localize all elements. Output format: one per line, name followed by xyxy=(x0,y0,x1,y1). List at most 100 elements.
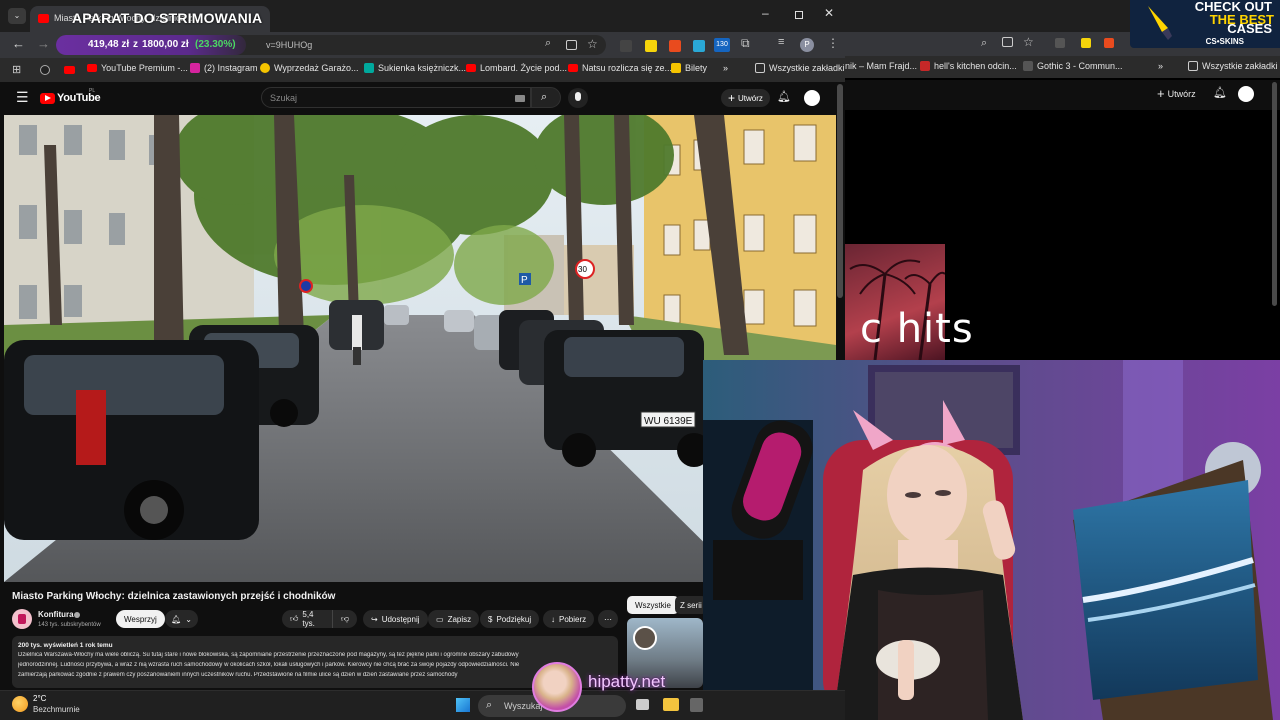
install-app-icon[interactable] xyxy=(566,40,577,50)
page-scrollbar[interactable] xyxy=(837,84,843,298)
filter-chip-series[interactable]: Z serii xyxy=(675,596,707,614)
watermark-avatar xyxy=(532,662,582,712)
windows-start-icon[interactable] xyxy=(456,698,470,712)
create-button[interactable]: + Utwórz xyxy=(1157,86,1196,101)
save-button[interactable]: ▭ Zapisz xyxy=(428,610,480,628)
hamburger-menu-icon[interactable]: ☰ xyxy=(16,89,29,106)
voice-search-button[interactable] xyxy=(568,88,588,108)
file-explorer-icon[interactable] xyxy=(663,698,679,711)
bookmark-item[interactable]: hell's kitchen odcin... xyxy=(920,61,1017,71)
license-plate: WU 6139E xyxy=(644,416,693,427)
bookmark-star-icon[interactable]: ☆ xyxy=(1023,35,1034,49)
keyboard-icon[interactable] xyxy=(515,95,525,102)
folder-icon xyxy=(1188,61,1198,71)
more-actions-button[interactable]: ⋯ xyxy=(598,610,618,628)
maximize-button[interactable] xyxy=(795,11,803,19)
bookmark-bar: ⊞ YouTube Premium -... (2) Instagram Wyp… xyxy=(0,58,845,82)
apps-grid-icon[interactable]: ⊞ xyxy=(12,63,21,76)
extension-icon[interactable] xyxy=(1055,38,1065,48)
download-button[interactable]: ↓ Pobierz xyxy=(543,610,595,628)
stream-title-overlay: APARAT DO STRIMOWANIA xyxy=(72,10,263,26)
extension-badge[interactable]: 130 xyxy=(714,38,730,52)
close-button[interactable]: ✕ xyxy=(824,6,834,20)
profile-avatar[interactable]: P xyxy=(800,38,814,52)
avatar[interactable] xyxy=(1238,86,1254,102)
youtube-favicon xyxy=(87,64,97,72)
back-arrow-icon[interactable]: ← xyxy=(12,36,25,51)
search-icon: ⌕ xyxy=(541,91,548,103)
background-scrollbar[interactable] xyxy=(1272,82,1277,306)
bookmark-item[interactable]: Lombard. Życie pod... xyxy=(466,63,567,73)
bookmark-item[interactable]: Sukienka księżniczk... xyxy=(364,63,466,73)
share-button[interactable]: ↪ Udostępnij xyxy=(363,610,428,628)
create-button[interactable]: + Utwórz xyxy=(721,89,770,107)
zoom-icon[interactable]: ⌕ xyxy=(545,37,551,50)
chevron-down-icon: ⌄ xyxy=(185,614,192,624)
bookmark-item[interactable]: Wyprzedaż Garażo... xyxy=(260,63,358,73)
bookmark-item[interactable]: Bilety xyxy=(671,63,707,73)
youtube-header: ☰ YouTube PL Szukaj ⌕ + Utwórz 🔔︎ xyxy=(0,82,845,114)
extension-icon[interactable] xyxy=(645,40,657,52)
search-button[interactable]: ⌕ xyxy=(531,87,561,108)
search-icon: ⌕ xyxy=(486,699,493,711)
app-icon[interactable] xyxy=(690,698,703,712)
search-input[interactable]: Szukaj xyxy=(261,87,531,108)
channel-name[interactable]: Konfitura xyxy=(38,610,74,619)
bookmark-item[interactable]: nik – Mam Frajd... xyxy=(845,61,917,71)
extension-icon[interactable] xyxy=(1104,38,1114,48)
promo-banner[interactable]: CHECK OUT THE BEST CASES CS•SKINS xyxy=(1130,0,1280,48)
favicon-icon xyxy=(364,63,374,73)
price-progress-overlay: 419,48 zł z 1800,00 zł (23.30%) xyxy=(56,35,246,55)
bookmark-icon[interactable] xyxy=(40,65,50,75)
like-button[interactable]: 👍︎ 5,4 tys. xyxy=(282,610,332,628)
channel-avatar[interactable] xyxy=(12,609,32,629)
webcam-scene xyxy=(703,360,1280,720)
bell-icon: 🔔︎ xyxy=(171,614,182,624)
temperature: 2°C xyxy=(33,694,47,703)
bookmark-star-icon[interactable]: ☆ xyxy=(587,37,598,51)
thanks-button[interactable]: $ Podziękuj xyxy=(480,610,540,628)
menu-dots-icon[interactable]: ⋮ xyxy=(827,36,839,50)
verified-icon xyxy=(74,612,80,618)
more-bookmarks-icon[interactable]: » xyxy=(723,63,728,73)
ticket-favicon xyxy=(671,63,681,73)
tab-search-button[interactable]: ⌄ xyxy=(8,8,26,24)
forward-arrow-icon[interactable]: → xyxy=(37,36,50,51)
puzzle-icon[interactable]: ⧉ xyxy=(741,36,750,51)
more-bookmarks-icon[interactable]: » xyxy=(1158,61,1163,71)
weather-icon[interactable] xyxy=(12,696,28,712)
extension-icon[interactable] xyxy=(693,40,705,52)
promo-brand: CS•SKINS xyxy=(1205,37,1244,46)
speed-limit-text: 30 xyxy=(578,265,587,274)
description-box[interactable]: 200 tys. wyświetleń 1 rok temu Dzielnica… xyxy=(12,636,618,688)
youtube-bookmark-icon[interactable] xyxy=(64,66,75,74)
all-bookmarks-folder[interactable]: Wszystkie zakładki xyxy=(1188,61,1278,71)
notifications-button[interactable]: 🔔︎ ⌄ xyxy=(165,610,198,628)
description-line: zamierzają parkować zgodnie z prawem czy… xyxy=(18,672,458,678)
folder-icon xyxy=(755,63,765,73)
extension-icon[interactable] xyxy=(669,40,681,52)
plus-icon: + xyxy=(1157,86,1165,101)
minimize-button[interactable]: – xyxy=(762,6,769,20)
extension-icon[interactable] xyxy=(1081,38,1091,48)
bookmark-item[interactable]: (2) Instagram xyxy=(190,63,258,73)
bookmark-icon: ▭ xyxy=(436,614,444,624)
avatar[interactable] xyxy=(804,90,820,106)
task-view-icon[interactable] xyxy=(636,699,649,710)
extension-icon[interactable] xyxy=(620,40,632,52)
reading-list-icon[interactable]: ≡ xyxy=(778,36,784,48)
avatar xyxy=(633,626,657,650)
bookmark-item[interactable]: YouTube Premium -... xyxy=(87,63,188,73)
price-target: 1800,00 zł xyxy=(142,39,189,50)
bookmark-item[interactable]: Gothic 3 - Commun... xyxy=(1023,61,1123,71)
dislike-button[interactable]: 👎︎ xyxy=(332,610,357,628)
support-button[interactable]: Wesprzyj xyxy=(116,610,165,628)
zoom-icon[interactable]: ⌕ xyxy=(981,37,987,50)
all-bookmarks-folder[interactable]: Wszystkie zakładki xyxy=(755,63,845,73)
views-line: 200 tys. wyświetleń 1 rok temu xyxy=(18,642,113,649)
filter-chip-all[interactable]: Wszystkie xyxy=(627,596,679,614)
bell-icon[interactable]: 🔔︎ xyxy=(1213,86,1227,99)
install-app-icon[interactable] xyxy=(1002,37,1013,47)
bookmark-item[interactable]: Natsu rozlicza się ze... xyxy=(568,63,672,73)
bell-icon[interactable]: 🔔︎ xyxy=(777,90,791,103)
